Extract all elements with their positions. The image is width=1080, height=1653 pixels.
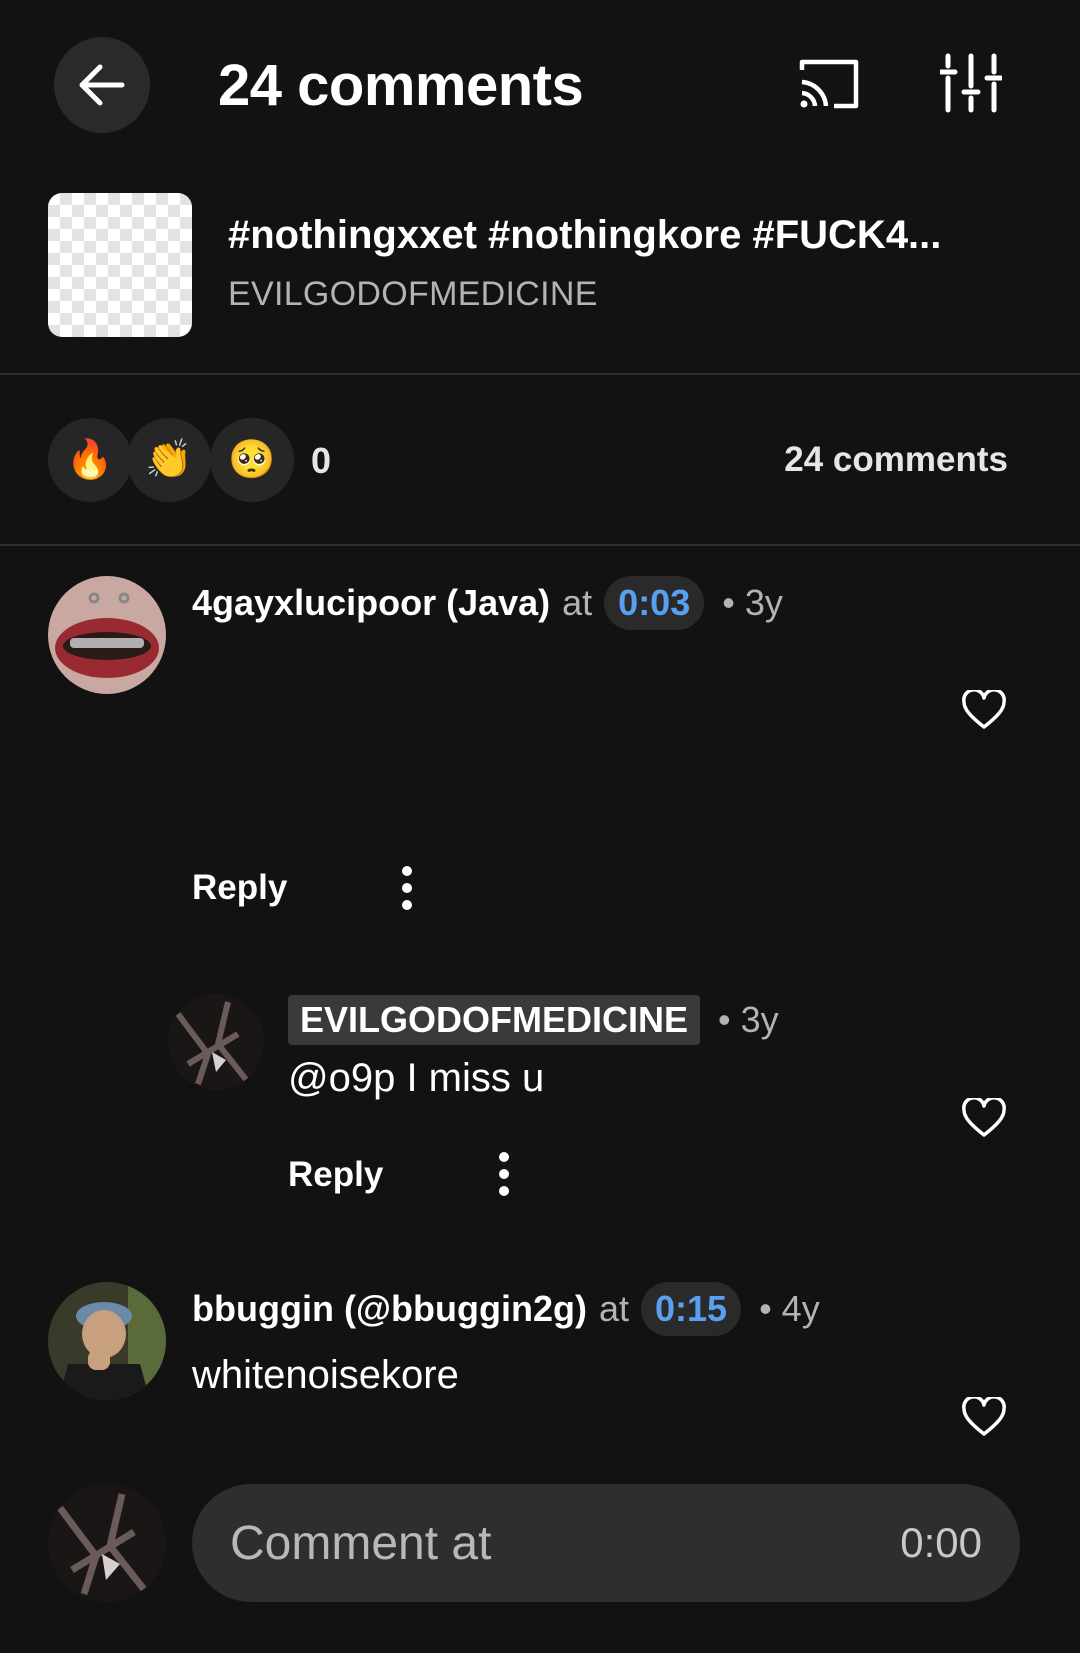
comment-timestamp[interactable]: 0:03 bbox=[604, 576, 705, 630]
page-title: 24 comments bbox=[218, 53, 584, 118]
arrow-left-icon bbox=[79, 64, 125, 106]
track-title[interactable]: #nothingxxet #nothingkore #FUCK4... bbox=[228, 213, 1018, 258]
artist-username-badge[interactable]: EVILGODOFMEDICINE bbox=[288, 995, 701, 1045]
heart-icon[interactable] bbox=[962, 690, 1006, 730]
at-label: at bbox=[562, 582, 593, 623]
clap-icon: 👏 bbox=[145, 439, 193, 481]
reply-meta: EVILGODOFMEDICINE • 3y bbox=[288, 995, 779, 1045]
comment-input-timestamp: 0:00 bbox=[900, 1519, 982, 1566]
avatar[interactable] bbox=[48, 576, 166, 694]
comment-body: whitenoisekore bbox=[192, 1353, 459, 1397]
back-button[interactable] bbox=[54, 37, 150, 133]
comments-count: 24 comments bbox=[784, 440, 1008, 479]
comment-username[interactable]: 4gayxlucipoor (Java) bbox=[192, 582, 550, 624]
comment-input-placeholder: Comment at bbox=[230, 1516, 492, 1570]
comment-input[interactable]: Comment at 0:00 bbox=[192, 1484, 1020, 1602]
cast-icon[interactable] bbox=[796, 56, 862, 112]
at-label: at bbox=[598, 1288, 630, 1329]
heart-icon[interactable] bbox=[962, 1397, 1006, 1437]
divider bbox=[0, 544, 1080, 546]
track-artist[interactable]: EVILGODOFMEDICINE bbox=[228, 275, 598, 314]
more-options-icon[interactable] bbox=[497, 1152, 511, 1196]
more-options-icon[interactable] bbox=[400, 866, 414, 910]
heart-icon[interactable] bbox=[962, 1098, 1006, 1138]
comment-meta: bbuggin (@bbuggin2g) at 0:15 • 4y bbox=[192, 1282, 820, 1336]
avatar[interactable] bbox=[168, 994, 264, 1090]
reaction-pleading[interactable]: 🥺 bbox=[210, 418, 294, 502]
comment-age: • 3y bbox=[722, 582, 783, 623]
reply-button[interactable]: Reply bbox=[192, 868, 287, 908]
avatar[interactable] bbox=[48, 1282, 166, 1400]
comment-age: • 4y bbox=[759, 1288, 820, 1329]
reply-age: • 3y bbox=[718, 999, 779, 1040]
divider bbox=[0, 373, 1080, 375]
reply-button[interactable]: Reply bbox=[288, 1155, 383, 1195]
comment-timestamp[interactable]: 0:15 bbox=[641, 1282, 742, 1336]
track-artwork[interactable] bbox=[48, 193, 192, 337]
pleading-face-icon: 🥺 bbox=[228, 439, 276, 481]
current-user-avatar bbox=[48, 1484, 166, 1602]
reaction-fire[interactable]: 🔥 bbox=[48, 418, 132, 502]
reaction-count: 0 bbox=[311, 440, 332, 481]
reaction-clap[interactable]: 👏 bbox=[127, 418, 211, 502]
reply-body: @o9p I miss u bbox=[288, 1056, 545, 1100]
comment-username[interactable]: bbuggin (@bbuggin2g) bbox=[192, 1288, 587, 1330]
sliders-icon[interactable] bbox=[940, 52, 1002, 114]
comment-meta: 4gayxlucipoor (Java) at 0:03 • 3y bbox=[192, 576, 783, 630]
fire-icon: 🔥 bbox=[66, 439, 114, 481]
